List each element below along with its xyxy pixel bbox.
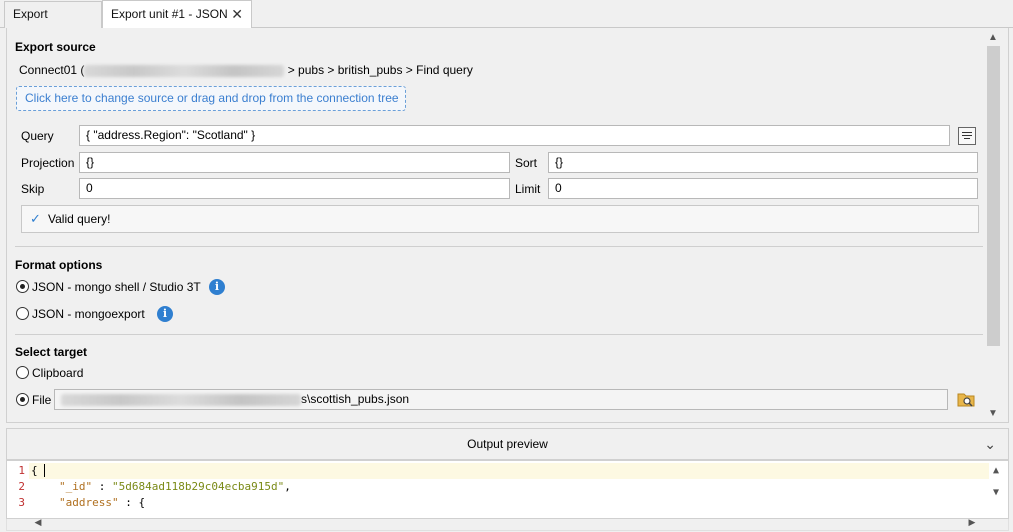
query-validation-box: ✓ Valid query! — [21, 205, 979, 233]
radio-file[interactable] — [16, 393, 29, 406]
skip-input[interactable]: 0 — [79, 178, 510, 199]
scroll-left-icon[interactable]: ◀ — [29, 517, 47, 528]
code-line: "_id" : "5d684ad118b29c04ecba915d", — [29, 479, 989, 495]
validation-text: Valid query! — [48, 212, 111, 226]
sort-label: Sort — [515, 156, 538, 170]
tab-export-overview[interactable]: Export overview — [4, 1, 102, 45]
query-editor-button[interactable] — [958, 127, 976, 145]
scrollbar-thumb[interactable] — [987, 46, 1000, 346]
editor-scroll-up-icon[interactable]: ▲ — [987, 465, 1005, 476]
section-title-select-target: Select target — [15, 345, 88, 359]
code-key: "address" — [59, 496, 119, 509]
redacted-path — [61, 393, 301, 406]
sort-input[interactable]: {} — [548, 152, 978, 173]
vertical-scrollbar[interactable]: ▲ ▼ — [984, 30, 1002, 422]
browse-folder-icon[interactable] — [957, 391, 975, 407]
scroll-down-icon[interactable]: ▼ — [984, 408, 1002, 419]
check-icon: ✓ — [30, 211, 41, 226]
query-label: Query — [21, 129, 54, 143]
info-icon[interactable]: i — [209, 279, 225, 295]
radio-json-mongoexport[interactable] — [16, 307, 29, 320]
section-title-export-source: Export source — [15, 40, 96, 54]
close-icon[interactable]: ✕ — [231, 1, 243, 28]
source-connection: Connect01 ( > pubs > british_pubs > Find… — [19, 63, 473, 77]
chevron-down-icon[interactable]: ⌄ — [984, 429, 996, 459]
projection-label: Projection — [21, 156, 75, 170]
text-cursor — [44, 464, 46, 477]
file-path-input[interactable]: s\scottish_pubs.json — [54, 389, 948, 410]
source-path: > pubs > british_pubs > Find query — [287, 63, 473, 77]
redacted-host — [84, 64, 285, 77]
info-icon[interactable]: i — [157, 306, 173, 322]
line-number-gutter: 1 2 3 — [7, 461, 29, 518]
scroll-up-icon[interactable]: ▲ — [984, 32, 1002, 43]
tab-export-unit-json[interactable]: Export unit #1 - JSON ✕ — [102, 0, 252, 29]
code-line: "address" : { — [29, 495, 989, 511]
projection-input[interactable]: {} — [79, 152, 510, 173]
tab-bar: Export overview Export unit #1 - JSON ✕ — [0, 0, 1013, 45]
tab-label: Export unit #1 - JSON — [111, 7, 228, 21]
code-line: { — [29, 463, 989, 479]
limit-input[interactable]: 0 — [548, 178, 978, 199]
limit-label: Limit — [515, 182, 541, 196]
line-number: 2 — [18, 480, 25, 493]
divider — [15, 334, 983, 335]
radio-json-mongo-shell[interactable] — [16, 280, 29, 293]
scroll-right-icon[interactable]: ▶ — [963, 517, 981, 528]
line-number: 3 — [18, 496, 25, 509]
clipboard-label[interactable]: Clipboard — [32, 366, 83, 380]
code-key: "_id" — [59, 480, 93, 493]
file-path-suffix: s\scottish_pubs.json — [301, 392, 410, 406]
section-title-format-options: Format options — [15, 258, 103, 272]
code-value: "5d684ad118b29c04ecba915d" — [112, 480, 285, 493]
line-number: 1 — [18, 464, 25, 477]
option-json-mongoexport-label[interactable]: JSON - mongoexport — [32, 307, 145, 321]
editor-scroll-down-icon[interactable]: ▼ — [987, 487, 1005, 498]
query-input[interactable]: { "address.Region": "Scotland" } — [79, 125, 950, 146]
option-json-mongo-shell-label[interactable]: JSON - mongo shell / Studio 3T — [32, 280, 201, 294]
code-end: , — [284, 480, 291, 493]
output-preview-editor[interactable]: 1 2 3 { "_id" : "5d684ad118b29c04ecba915… — [6, 460, 1009, 519]
output-preview-header[interactable]: Output preview ⌄ — [6, 428, 1009, 460]
horizontal-scrollbar[interactable]: ◀ ▶ — [6, 517, 1009, 531]
change-source-dropzone[interactable]: Click here to change source or drag and … — [16, 86, 406, 111]
connection-name: Connect01 ( — [19, 63, 85, 77]
file-label[interactable]: File — [32, 393, 51, 407]
radio-clipboard[interactable] — [16, 366, 29, 379]
code-value: { — [138, 496, 146, 509]
export-settings-panel: Export source Connect01 ( > pubs > briti… — [6, 28, 1009, 423]
skip-label: Skip — [21, 182, 45, 196]
code-sep: : — [92, 480, 112, 493]
code-sep: : — [118, 496, 139, 509]
code-text: { — [31, 464, 38, 477]
divider — [15, 246, 983, 247]
output-preview-title: Output preview — [467, 437, 548, 451]
